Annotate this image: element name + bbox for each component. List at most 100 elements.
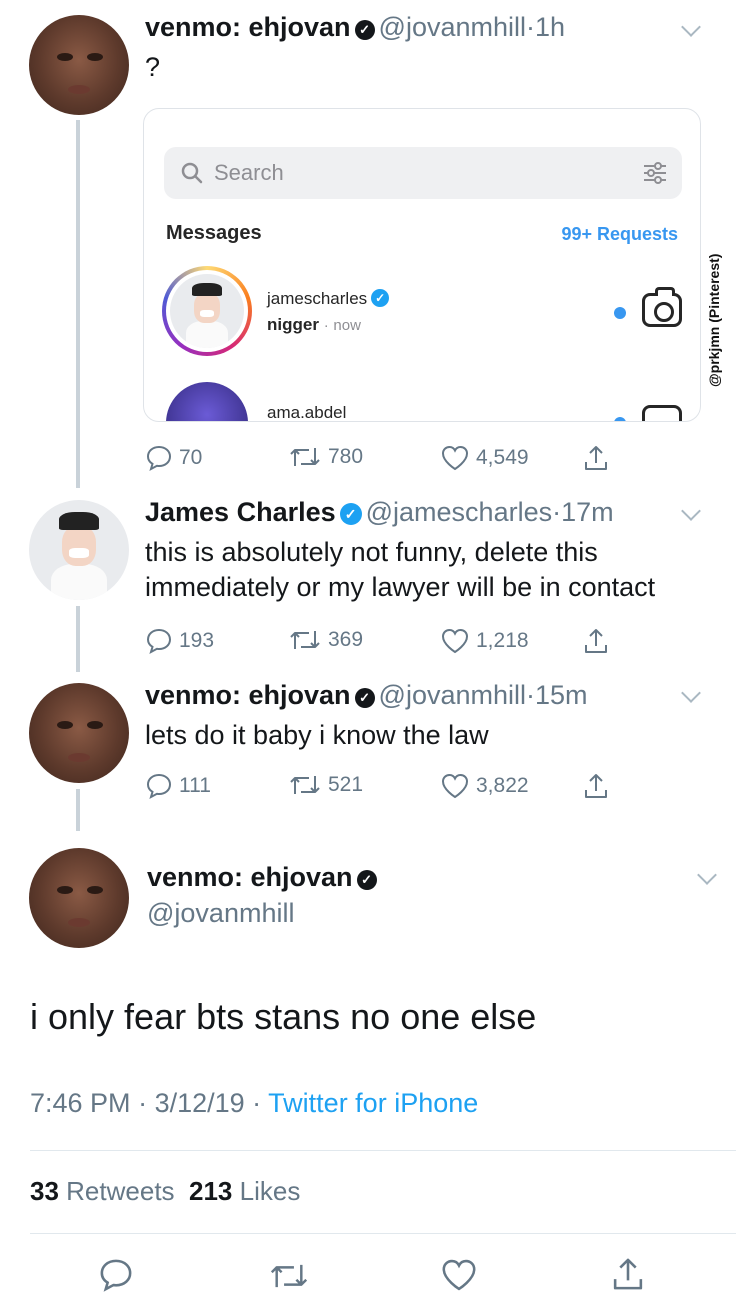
- like-icon[interactable]: [440, 1257, 478, 1293]
- tweet-text: i only fear bts stans no one else: [30, 996, 537, 1037]
- divider: [30, 1150, 736, 1151]
- separator: ·: [526, 12, 536, 42]
- tweet-header: venmo: ehjovan ✓ @jovanmhill·15m: [145, 680, 588, 711]
- separator: ·: [526, 680, 536, 710]
- dm-last-message: nigger · now: [267, 315, 361, 334]
- verified-badge-icon: ✓: [371, 289, 390, 307]
- retweet-count: 521: [328, 773, 364, 796]
- handle[interactable]: @jamescharles: [366, 497, 552, 527]
- display-name[interactable]: venmo: ehjovan: [145, 680, 351, 710]
- tweet-header: venmo: ehjovan ✓: [147, 862, 381, 893]
- handle[interactable]: @jovanmhill: [379, 12, 526, 42]
- handle[interactable]: @jovanmhill: [379, 680, 526, 710]
- camera-icon: [642, 287, 682, 327]
- display-name[interactable]: James Charles: [145, 497, 336, 527]
- tweet-text: lets do it baby i know the law: [145, 720, 489, 750]
- reply-button[interactable]: 111: [145, 772, 211, 800]
- filter-icon: [644, 162, 666, 184]
- retweet-count: 780: [328, 445, 364, 468]
- share-icon[interactable]: [582, 627, 610, 655]
- reply-count: 111: [179, 774, 211, 797]
- avatar[interactable]: [29, 683, 129, 783]
- display-name[interactable]: venmo: ehjovan: [147, 862, 353, 892]
- verified-badge-icon: ✓: [356, 870, 377, 890]
- like-button[interactable]: 3,822: [440, 772, 529, 800]
- reply-count: 70: [179, 446, 203, 469]
- separator: ·: [552, 497, 562, 527]
- search-icon: [181, 162, 203, 184]
- avatar[interactable]: [29, 848, 129, 948]
- search-input: Search: [164, 147, 682, 199]
- share-icon[interactable]: [582, 444, 610, 472]
- tweet-text: this is absolutely not funny, delete thi…: [145, 535, 655, 605]
- embedded-screenshot[interactable]: Search Messages 99+ Requests jamescharle…: [143, 108, 701, 422]
- retweet-icon[interactable]: [268, 1260, 310, 1292]
- reply-count: 193: [179, 629, 215, 652]
- reply-icon[interactable]: [98, 1257, 134, 1293]
- reply-button[interactable]: 193: [145, 627, 214, 655]
- reply-icon: [146, 773, 172, 800]
- retweet-button[interactable]: 521: [288, 772, 363, 798]
- verified-badge-icon: ✓: [354, 20, 375, 40]
- like-button[interactable]: 4,549: [440, 444, 529, 472]
- dm-username: jamescharles ✓: [267, 289, 393, 309]
- reply-button[interactable]: 70: [145, 444, 202, 472]
- watermark: @prkjmn (Pinterest): [706, 253, 722, 387]
- unread-dot: [614, 417, 626, 421]
- dm-avatar: [166, 382, 248, 421]
- tweet-time: 7:46 PM: [30, 1088, 131, 1118]
- divider: [30, 1233, 736, 1234]
- thread-line: [76, 606, 80, 672]
- display-name[interactable]: venmo: ehjovan: [145, 12, 351, 42]
- separator: ·: [130, 1088, 155, 1118]
- tweet-date: 3/12/19: [154, 1088, 245, 1118]
- retweet-count: 369: [328, 628, 364, 651]
- messages-label: Messages: [166, 222, 262, 244]
- handle[interactable]: @jovanmhill: [147, 898, 294, 929]
- like-button[interactable]: 1,218: [440, 627, 529, 655]
- tweet-time[interactable]: 17m: [561, 497, 614, 527]
- likes-stat[interactable]: 213 Likes: [189, 1176, 300, 1206]
- tweet-header: James Charles ✓ @jamescharles·17m: [145, 497, 614, 528]
- tweet-text-line: this is absolutely not funny, delete thi…: [145, 537, 598, 567]
- like-count: 3,822: [476, 774, 529, 797]
- dm-username: ama.abdel: [267, 403, 347, 422]
- chevron-down-icon[interactable]: [681, 683, 701, 703]
- thread-line: [76, 120, 80, 488]
- share-icon[interactable]: [610, 1256, 646, 1292]
- like-count: 1,218: [476, 629, 529, 652]
- camera-icon: [642, 405, 682, 421]
- tweet-text: ?: [145, 52, 161, 82]
- tweet-time[interactable]: 15m: [535, 680, 588, 710]
- tweet-client-link[interactable]: Twitter for iPhone: [268, 1088, 478, 1118]
- separator: ·: [244, 1088, 269, 1118]
- tweet-time[interactable]: 1h: [535, 12, 565, 42]
- tweet-meta: 7:46 PM · 3/12/19 · Twitter for iPhone: [30, 1088, 478, 1119]
- chevron-down-icon[interactable]: [681, 501, 701, 521]
- search-placeholder: Search: [214, 160, 284, 185]
- like-count: 4,549: [476, 446, 529, 469]
- requests-link: 99+ Requests: [561, 224, 678, 244]
- tweet-header: venmo: ehjovan ✓ @jovanmhill·1h: [145, 12, 565, 43]
- tweet-stats: 33 Retweets 213 Likes: [30, 1176, 300, 1207]
- verified-badge-icon: ✓: [339, 503, 362, 525]
- avatar[interactable]: [29, 15, 129, 115]
- chevron-down-icon[interactable]: [697, 865, 717, 885]
- like-icon: [441, 445, 469, 471]
- share-icon[interactable]: [582, 772, 610, 800]
- like-icon: [441, 773, 469, 799]
- tweet-text-line: immediately or my lawyer will be in cont…: [145, 572, 656, 602]
- retweet-button[interactable]: 369: [288, 627, 363, 653]
- unread-dot: [614, 307, 626, 319]
- retweet-icon: [290, 448, 320, 466]
- retweet-button[interactable]: 780: [288, 444, 363, 470]
- reply-icon: [146, 628, 172, 655]
- thread-line: [76, 789, 80, 831]
- retweet-icon: [290, 776, 320, 794]
- avatar[interactable]: [29, 500, 129, 600]
- dm-avatar: [162, 266, 252, 356]
- retweets-stat[interactable]: 33 Retweets: [30, 1176, 175, 1206]
- reply-icon: [146, 445, 172, 472]
- chevron-down-icon[interactable]: [681, 17, 701, 37]
- verified-badge-icon: ✓: [354, 688, 375, 708]
